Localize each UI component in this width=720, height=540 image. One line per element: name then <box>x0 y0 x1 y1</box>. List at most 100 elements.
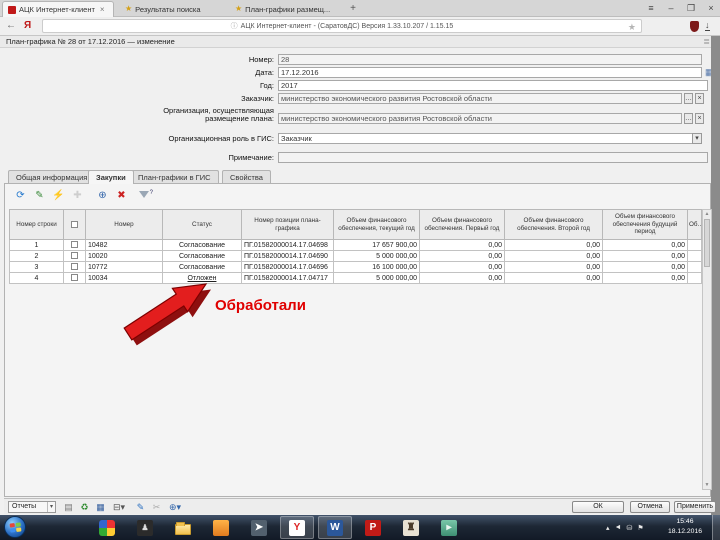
scroll-down-icon[interactable]: ▼ <box>703 482 711 488</box>
download-icon[interactable]: ↓ <box>705 20 710 31</box>
cell-truncated <box>687 239 702 251</box>
row-checkbox[interactable] <box>71 252 78 260</box>
col-amount-year2[interactable]: Объем финансового обеспечения. Второй го… <box>504 209 603 240</box>
orange-app-icon <box>213 519 229 536</box>
edit-icon[interactable]: ✎ <box>32 188 47 203</box>
taskbar-app-1c[interactable]: ♜ <box>394 516 428 539</box>
row-select[interactable] <box>63 272 86 284</box>
web-dropdown-icon[interactable]: ⊕▾ <box>166 501 184 513</box>
taskbar-app-explorer[interactable] <box>166 516 200 539</box>
taskbar-app-word[interactable]: W <box>318 516 352 539</box>
tab-close-icon[interactable]: × <box>100 5 105 14</box>
table-row[interactable]: 2 10020 Согласование ПГ.01582000014.17.0… <box>9 250 702 262</box>
ok-button[interactable]: ОК <box>572 501 624 513</box>
org-lookup-button[interactable]: … <box>684 113 693 124</box>
reports-label: Отчеты <box>12 503 37 510</box>
print-dropdown-icon[interactable]: ⊟▾ <box>110 501 128 513</box>
cancel-button[interactable]: Отмена <box>630 501 670 513</box>
filter-help-icon[interactable]: ? <box>136 188 153 203</box>
document-icon[interactable]: ▤ <box>62 501 75 513</box>
scrollbar-thumb[interactable] <box>704 219 710 267</box>
row-checkbox[interactable] <box>71 241 78 249</box>
sign-pen-icon[interactable]: ✎ <box>134 501 147 513</box>
recycle-icon[interactable]: ♻ <box>78 501 91 513</box>
row-select[interactable] <box>63 261 86 273</box>
col-select-all[interactable] <box>63 209 86 240</box>
date-field[interactable]: 17.12.2016 <box>278 67 702 78</box>
customer-lookup-button[interactable]: … <box>684 93 693 104</box>
tab-properties[interactable]: Свойства <box>222 170 271 183</box>
row-select[interactable] <box>63 250 86 262</box>
taskbar-app-arrow[interactable]: ➤ <box>242 516 276 539</box>
back-button[interactable]: ← <box>6 20 16 31</box>
refresh-icon[interactable]: ⟳ <box>13 188 28 203</box>
volume-icon[interactable]: ◄ <box>615 524 622 531</box>
taskbar-app-utility[interactable]: ♟ <box>128 516 162 539</box>
new-tab-button[interactable]: + <box>345 2 361 16</box>
col-status[interactable]: Статус <box>162 209 242 240</box>
cell-status: Согласование <box>162 239 242 251</box>
table-row[interactable]: 3 10772 Согласование ПГ.01582000014.17.0… <box>9 261 702 273</box>
taskbar-app-yandex[interactable]: Y <box>280 516 314 539</box>
select-all-checkbox[interactable] <box>71 220 78 228</box>
role-select[interactable]: Заказчик <box>278 133 702 144</box>
screen: АЦК Интернет-клиент × ★ Результаты поиск… <box>0 0 720 540</box>
protect-shield-icon[interactable] <box>690 21 699 32</box>
col-number[interactable]: Номер <box>85 209 163 240</box>
cell-truncated <box>687 272 702 284</box>
taskbar-app-pdf[interactable]: P <box>356 516 390 539</box>
tab-general-info[interactable]: Общая информация <box>8 170 96 183</box>
browser-tab-acc[interactable]: АЦК Интернет-клиент × <box>2 1 114 17</box>
taskbar-app-pinwheel[interactable] <box>90 516 124 539</box>
maximize-button[interactable]: ❐ <box>685 0 697 16</box>
bookmark-star-icon[interactable]: ★ <box>628 22 636 33</box>
row-checkbox[interactable] <box>71 263 78 271</box>
col-amount-future[interactable]: Объем финансового обеспечения будущий пе… <box>602 209 688 240</box>
table-row[interactable]: 4 10034 Отложен ПГ.01582000014.17.04717 … <box>9 272 702 284</box>
number-field[interactable]: 28 <box>278 54 702 65</box>
col-row-number[interactable]: Номер строки <box>9 209 64 240</box>
vertical-scrollbar[interactable]: ▲ ▼ <box>702 209 712 490</box>
document-menu-icon[interactable]: ≣ <box>703 36 710 48</box>
table-row[interactable]: 1 10482 Согласование ПГ.01582000014.17.0… <box>9 239 702 251</box>
org-field[interactable]: министерство экономического развития Рос… <box>278 113 682 124</box>
row-checkbox[interactable] <box>71 274 78 282</box>
browser-tab-search-results[interactable]: ★ Результаты поиска <box>120 1 224 17</box>
row-select[interactable] <box>63 239 86 251</box>
cell-status: Согласование <box>162 250 242 262</box>
execute-icon[interactable]: ⚡ <box>51 188 66 203</box>
org-clear-button[interactable]: × <box>695 113 704 124</box>
taskbar-clock[interactable]: 15:46 18.12.2016 <box>660 517 710 537</box>
globe-icon[interactable]: ⊕ <box>95 188 110 203</box>
customer-field[interactable]: министерство экономического развития Рос… <box>278 93 682 104</box>
start-button[interactable] <box>4 516 26 538</box>
apply-button[interactable]: Применить <box>674 501 716 513</box>
year-field[interactable]: 2017 <box>278 80 708 91</box>
save-icon[interactable]: ▦ <box>94 501 107 513</box>
action-center-flag-icon[interactable]: ⚑ <box>637 524 643 532</box>
cell-amount-year1: 0,00 <box>419 272 505 284</box>
show-desktop-button[interactable] <box>712 515 720 540</box>
tab-purchases[interactable]: Закупки <box>88 170 134 184</box>
browser-logo-icon[interactable]: Я <box>24 20 31 31</box>
hidden-icons-chevron-icon[interactable]: ▴ <box>606 524 610 532</box>
chevron-down-icon[interactable]: ▾ <box>692 133 702 144</box>
scroll-up-icon[interactable]: ▲ <box>703 211 711 217</box>
tab-plans-gis[interactable]: План-графики в ГИС <box>130 170 219 183</box>
delete-icon[interactable]: ✖ <box>114 188 129 203</box>
taskbar-app-viewer[interactable]: ▸ <box>432 516 466 539</box>
close-button[interactable]: × <box>705 0 717 16</box>
menu-icon[interactable]: ≡ <box>645 0 657 16</box>
browser-tab-plans[interactable]: ★ План-графики размещ... <box>230 1 342 17</box>
customer-clear-button[interactable]: × <box>695 93 704 104</box>
col-amount-year1[interactable]: Объем финансового обеспечения. Первый го… <box>419 209 505 240</box>
taskbar-app-orange[interactable] <box>204 516 238 539</box>
note-field[interactable] <box>278 152 708 163</box>
col-position[interactable]: Номер позиции плана-графика <box>241 209 334 240</box>
col-truncated[interactable]: Об… <box>687 209 702 240</box>
reports-dropdown[interactable]: ▾ Отчеты <box>8 501 56 513</box>
network-icon[interactable]: ⛁ <box>626 524 632 532</box>
minimize-button[interactable]: – <box>665 0 677 16</box>
col-amount-current[interactable]: Объем финансового обеспечения, текущий г… <box>333 209 420 240</box>
url-input[interactable]: ⓘ АЦК Интернет-клиент - (СаратовДС) Верс… <box>42 19 642 33</box>
